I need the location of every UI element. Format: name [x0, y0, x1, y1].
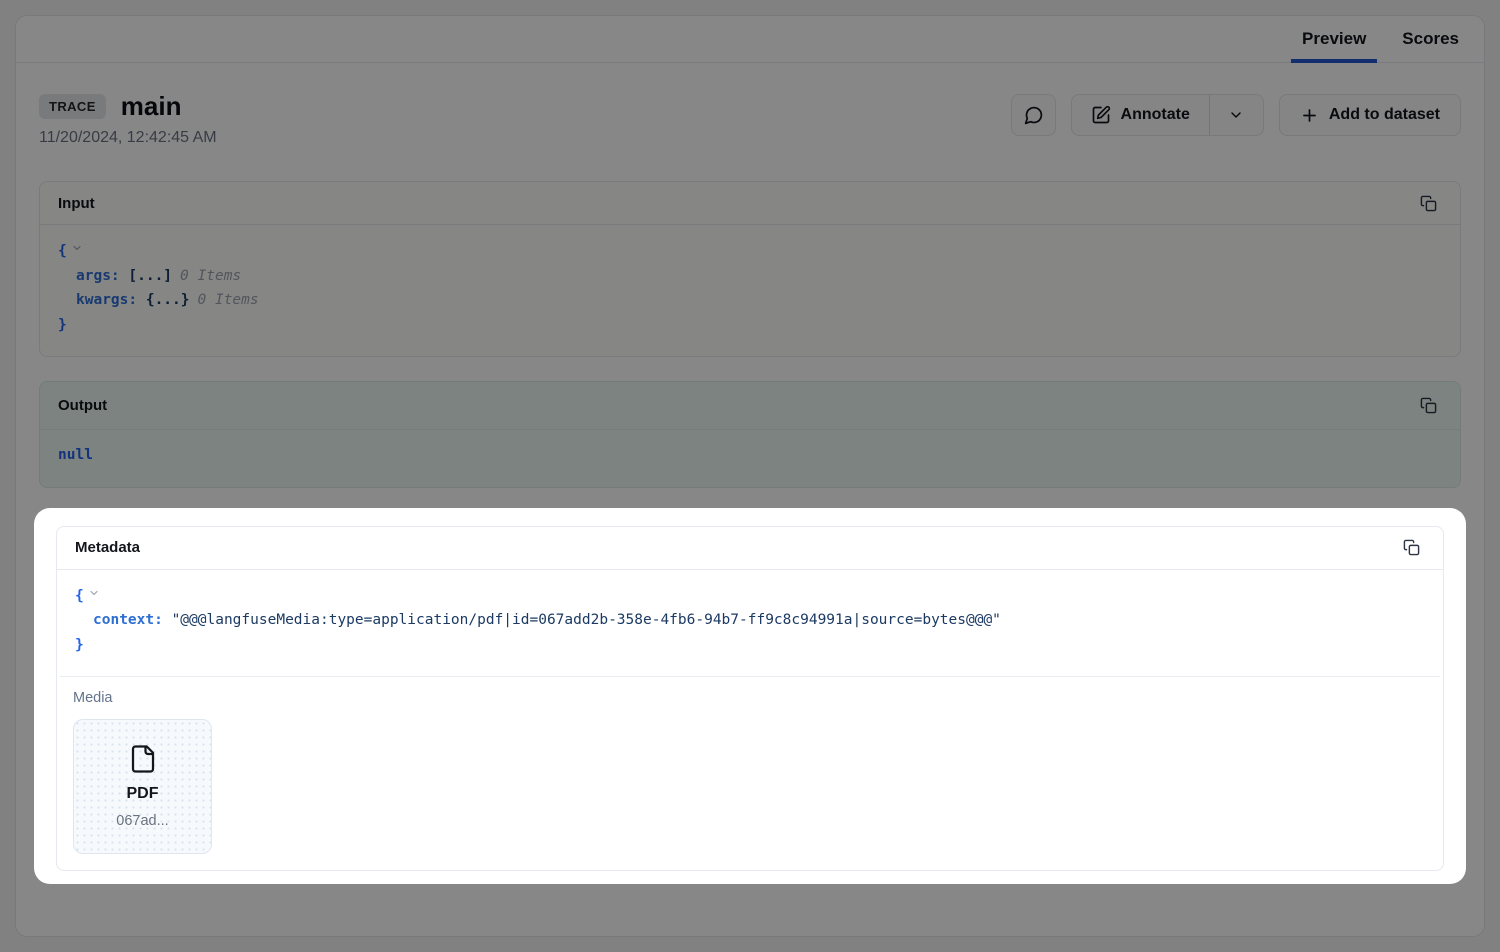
media-file-card[interactable]: PDF 067ad...	[73, 719, 212, 854]
tab-scores[interactable]: Scores	[1391, 16, 1470, 62]
output-panel-header: Output	[40, 382, 1460, 430]
input-panel-title: Input	[58, 195, 95, 212]
json-collapsed-object[interactable]: {...}	[146, 292, 190, 308]
add-to-dataset-button[interactable]: Add to dataset	[1279, 94, 1461, 136]
trace-header: TRACE main 11/20/2024, 12:42:45 AM	[39, 91, 1461, 147]
tab-bar: Preview Scores	[16, 16, 1484, 63]
input-panel-header: Input	[40, 182, 1460, 225]
collapse-chevron-icon[interactable]	[71, 238, 83, 263]
annotate-button[interactable]: Annotate	[1072, 95, 1209, 135]
metadata-spotlight: Metadata { context: "@@@la	[34, 508, 1466, 885]
trace-content: TRACE main 11/20/2024, 12:42:45 AM	[16, 91, 1484, 884]
copy-output-button[interactable]	[1414, 392, 1442, 420]
json-item-count: 0 Items	[180, 268, 241, 284]
copy-icon	[1420, 195, 1437, 212]
trace-type-badge: TRACE	[39, 94, 106, 119]
metadata-panel-header: Metadata	[57, 527, 1443, 570]
annotate-dropdown-button[interactable]	[1209, 95, 1263, 135]
add-to-dataset-label: Add to dataset	[1329, 106, 1440, 124]
comment-button[interactable]	[1011, 94, 1056, 136]
json-open-brace: {	[75, 588, 84, 604]
annotate-split-button: Annotate	[1071, 94, 1264, 136]
plus-icon	[1300, 106, 1319, 125]
tab-preview[interactable]: Preview	[1291, 16, 1377, 62]
page-background: Preview Scores TRACE main 11/20/2024, 12…	[0, 0, 1500, 952]
collapse-chevron-icon[interactable]	[88, 583, 100, 608]
json-key: context:	[93, 612, 163, 628]
json-null-value: null	[58, 447, 93, 463]
json-row-kwargs: kwargs: {...} 0 Items	[58, 288, 1442, 313]
metadata-panel-title: Metadata	[75, 539, 140, 556]
annotate-pencil-icon	[1091, 105, 1111, 125]
input-json-viewer: { args: [...] 0 Items kwargs: {...} 0 Item…	[40, 225, 1460, 356]
copy-icon	[1403, 539, 1420, 556]
trace-timestamp: 11/20/2024, 12:42:45 AM	[39, 129, 217, 147]
file-icon	[128, 744, 158, 774]
media-section-label: Media	[73, 690, 1427, 706]
media-file-type: PDF	[127, 785, 159, 803]
comment-icon	[1023, 105, 1044, 126]
trace-actions: Annotate	[1011, 94, 1461, 136]
trace-identity: TRACE main 11/20/2024, 12:42:45 AM	[39, 91, 217, 147]
output-panel-title: Output	[58, 397, 107, 414]
output-json-viewer: null	[40, 430, 1460, 487]
json-close-brace: }	[75, 637, 84, 653]
json-collapsed-array[interactable]: [...]	[128, 268, 172, 284]
metadata-panel: Metadata { context: "@@@la	[56, 526, 1444, 872]
output-panel: Output null	[39, 381, 1461, 488]
json-key: kwargs:	[76, 292, 137, 308]
json-item-count: 0 Items	[198, 292, 259, 308]
annotate-label: Annotate	[1121, 106, 1190, 124]
json-close-brace: }	[58, 317, 67, 333]
media-file-id: 067ad...	[116, 813, 168, 829]
media-section: Media PDF 067ad...	[60, 676, 1440, 870]
copy-icon	[1420, 397, 1437, 414]
json-row-args: args: [...] 0 Items	[58, 264, 1442, 289]
trace-detail-card: Preview Scores TRACE main 11/20/2024, 12…	[15, 15, 1485, 937]
chevron-down-icon	[1228, 107, 1244, 123]
copy-input-button[interactable]	[1414, 189, 1442, 217]
input-panel: Input { args: [...] 0 Items kwargs: {...}	[39, 181, 1461, 357]
json-string-value: "@@@langfuseMedia:type=application/pdf|i…	[172, 612, 1001, 628]
json-key: args:	[76, 268, 120, 284]
json-open-brace: {	[58, 243, 67, 259]
copy-metadata-button[interactable]	[1397, 534, 1425, 562]
metadata-json-viewer: { context: "@@@langfuseMedia:type=applic…	[57, 570, 1443, 677]
json-row-context: context: "@@@langfuseMedia:type=applicat…	[75, 608, 1425, 633]
trace-title: main	[121, 91, 182, 122]
